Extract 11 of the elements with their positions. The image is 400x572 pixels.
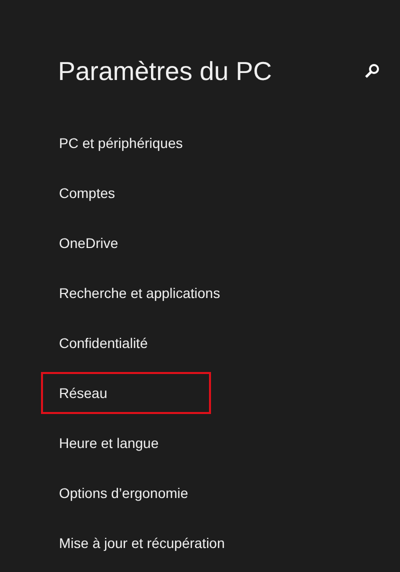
settings-item[interactable]: PC et périphériques: [41, 122, 211, 164]
settings-item[interactable]: Comptes: [41, 172, 211, 214]
settings-item[interactable]: Recherche et applications: [41, 272, 230, 314]
page-title: Paramètres du PC: [58, 55, 272, 88]
settings-item[interactable]: Confidentialité: [41, 322, 211, 364]
settings-item[interactable]: OneDrive: [41, 222, 211, 264]
settings-item[interactable]: Mise à jour et récupération: [41, 522, 235, 564]
settings-item[interactable]: Heure et langue: [41, 422, 211, 464]
search-icon[interactable]: [364, 63, 380, 79]
settings-item[interactable]: Réseau: [41, 372, 211, 414]
settings-item[interactable]: Options d’ergonomie: [41, 472, 211, 514]
